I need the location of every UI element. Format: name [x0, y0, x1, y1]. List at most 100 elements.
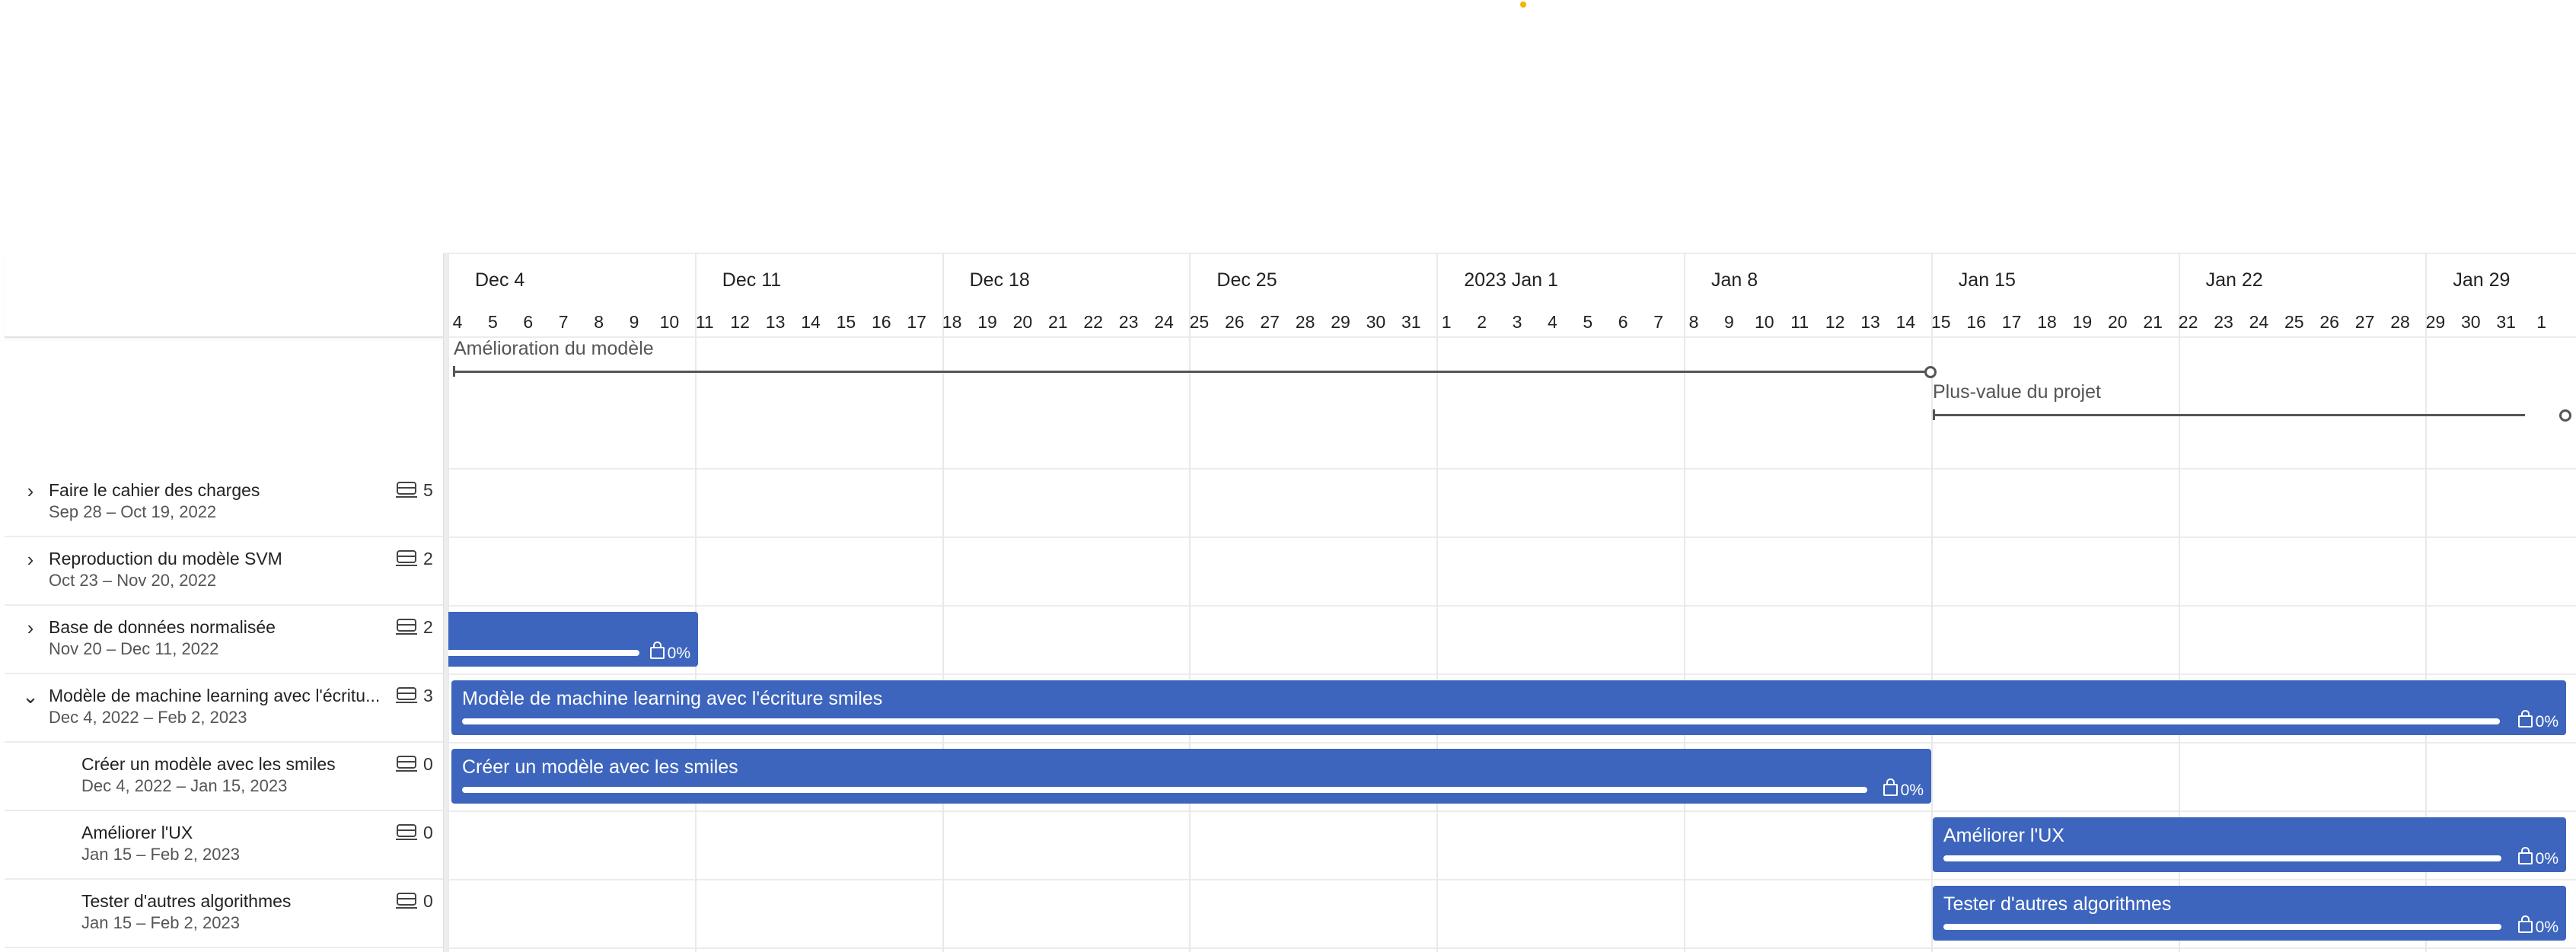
- day-label: 3: [1512, 312, 1522, 332]
- day-label: 31: [1401, 312, 1421, 332]
- task-name: Reproduction du modèle SVM: [49, 549, 282, 568]
- day-label: 9: [629, 312, 639, 332]
- bar-title: Créer un modèle avec les smiles: [462, 756, 738, 778]
- day-label: 23: [2214, 312, 2233, 332]
- week-label: Jan 22: [2205, 269, 2263, 291]
- task-bar-ux[interactable]: Améliorer l'UX 0%: [1933, 817, 2566, 872]
- day-label: 28: [2390, 312, 2410, 332]
- task-dates: Jan 15 – Feb 2, 2023: [81, 845, 240, 864]
- row-divider: [448, 742, 2576, 743]
- week-gridline: [1189, 253, 1191, 952]
- task-bar-smiles[interactable]: Créer un modèle avec les smiles 0%: [451, 749, 1931, 804]
- day-label: 15: [1931, 312, 1951, 332]
- milestone-line[interactable]: [453, 371, 1928, 373]
- day-label: 18: [942, 312, 962, 332]
- day-label: 16: [872, 312, 891, 332]
- subtasks-icon: [396, 482, 417, 498]
- task-bar-database[interactable]: 0%: [448, 612, 698, 667]
- lock-icon: [2517, 710, 2533, 728]
- day-label: 5: [1583, 312, 1593, 332]
- task-bar-ml-model[interactable]: Modèle de machine learning avec l'écritu…: [451, 680, 2566, 735]
- day-label: 22: [2178, 312, 2198, 332]
- day-label: 12: [1825, 312, 1845, 332]
- task-row-svm[interactable]: › Reproduction du modèle SVM Oct 23 – No…: [5, 536, 443, 606]
- day-label: 8: [1688, 312, 1699, 332]
- day-label: 10: [659, 312, 680, 332]
- subtasks-icon: [396, 687, 417, 703]
- bar-percent: 0%: [2517, 710, 2558, 731]
- task-row-algorithms[interactable]: Tester d'autres algorithmes Jan 15 – Feb…: [5, 879, 443, 948]
- day-label: 19: [977, 312, 997, 332]
- subtasks-icon: [396, 550, 417, 566]
- status-dot: [1520, 2, 1526, 8]
- week-label: 2023 Jan 1: [1464, 269, 1558, 291]
- task-row-ml-model[interactable]: ⌄ Modèle de machine learning avec l'écri…: [5, 673, 443, 743]
- task-row-database[interactable]: › Base de données normalisée Nov 20 – De…: [5, 605, 443, 674]
- day-label: 15: [836, 312, 856, 332]
- task-dates: Dec 4, 2022 – Feb 2, 2023: [49, 708, 247, 727]
- subtask-count: 0: [423, 754, 433, 774]
- row-divider: [448, 253, 2576, 254]
- percent-value: 0%: [1900, 782, 1924, 799]
- day-label: 13: [1860, 312, 1880, 332]
- day-label: 21: [2143, 312, 2163, 332]
- day-label: 25: [1189, 312, 1210, 332]
- day-label: 27: [2354, 312, 2375, 332]
- row-divider: [448, 468, 2576, 470]
- task-row-ux[interactable]: Améliorer l'UX Jan 15 – Feb 2, 2023 0: [5, 810, 443, 880]
- week-gridline: [1684, 253, 1685, 952]
- percent-value: 0%: [2535, 713, 2558, 731]
- bar-title: Améliorer l'UX: [1943, 825, 2064, 846]
- task-bar-algorithms[interactable]: Tester d'autres algorithmes 0%: [1933, 886, 2566, 941]
- day-label: 23: [1118, 312, 1139, 332]
- percent-value: 0%: [2535, 919, 2558, 936]
- bar-percent: 0%: [2517, 915, 2558, 937]
- chevron-down-icon[interactable]: ⌄: [20, 686, 41, 707]
- task-name: Améliorer l'UX: [81, 823, 193, 842]
- milestone-line[interactable]: [1933, 414, 2525, 416]
- day-label: 28: [1295, 312, 1315, 332]
- chevron-right-icon[interactable]: ›: [20, 480, 41, 501]
- day-label: 26: [2319, 312, 2339, 332]
- milestone-label: Amélioration du modèle: [454, 338, 654, 359]
- subtask-count: 3: [423, 686, 433, 705]
- day-label: 9: [1723, 312, 1734, 332]
- subtask-count: 2: [423, 617, 433, 637]
- row-divider: [448, 673, 2576, 675]
- day-label: 17: [907, 312, 926, 332]
- lock-icon: [2517, 847, 2533, 864]
- bar-percent: 0%: [2517, 847, 2558, 868]
- week-gridline: [942, 253, 944, 952]
- day-label: 20: [1012, 312, 1033, 332]
- week-label: Jan 15: [1958, 269, 2016, 291]
- task-row-smiles[interactable]: Créer un modèle avec les smiles Dec 4, 2…: [5, 742, 443, 811]
- week-label: Jan 8: [1711, 269, 1758, 291]
- lock-icon: [2517, 915, 2533, 933]
- row-divider: [448, 336, 2576, 338]
- bar-percent: 0%: [1883, 778, 1924, 800]
- lock-icon: [1883, 778, 1898, 796]
- row-divider: [448, 810, 2576, 812]
- chevron-right-icon[interactable]: ›: [20, 549, 41, 570]
- row-divider: [448, 605, 2576, 607]
- bar-title: Modèle de machine learning avec l'écritu…: [462, 688, 883, 709]
- milestone-end-marker[interactable]: [1924, 366, 1937, 378]
- progress-track: [448, 650, 639, 656]
- day-label: 10: [1755, 312, 1774, 332]
- day-label: 1: [2536, 312, 2546, 332]
- task-dates: Jan 15 – Feb 2, 2023: [81, 913, 240, 932]
- day-label: 31: [2496, 312, 2516, 332]
- milestone-label: Plus-value du projet: [1933, 381, 2101, 403]
- day-label: 6: [523, 312, 534, 332]
- lock-icon: [649, 642, 665, 659]
- day-label: 30: [1366, 312, 1386, 332]
- milestone-end-marker[interactable]: [2559, 409, 2571, 422]
- task-dates: Sep 28 – Oct 19, 2022: [49, 502, 217, 521]
- day-label: 11: [695, 312, 714, 332]
- row-divider: [448, 536, 2576, 538]
- chevron-right-icon[interactable]: ›: [20, 617, 41, 638]
- task-row-cahier[interactable]: › Faire le cahier des charges Sep 28 – O…: [5, 468, 443, 537]
- day-label: 4: [1547, 312, 1557, 332]
- percent-value: 0%: [667, 645, 690, 662]
- day-label: 4: [452, 312, 463, 332]
